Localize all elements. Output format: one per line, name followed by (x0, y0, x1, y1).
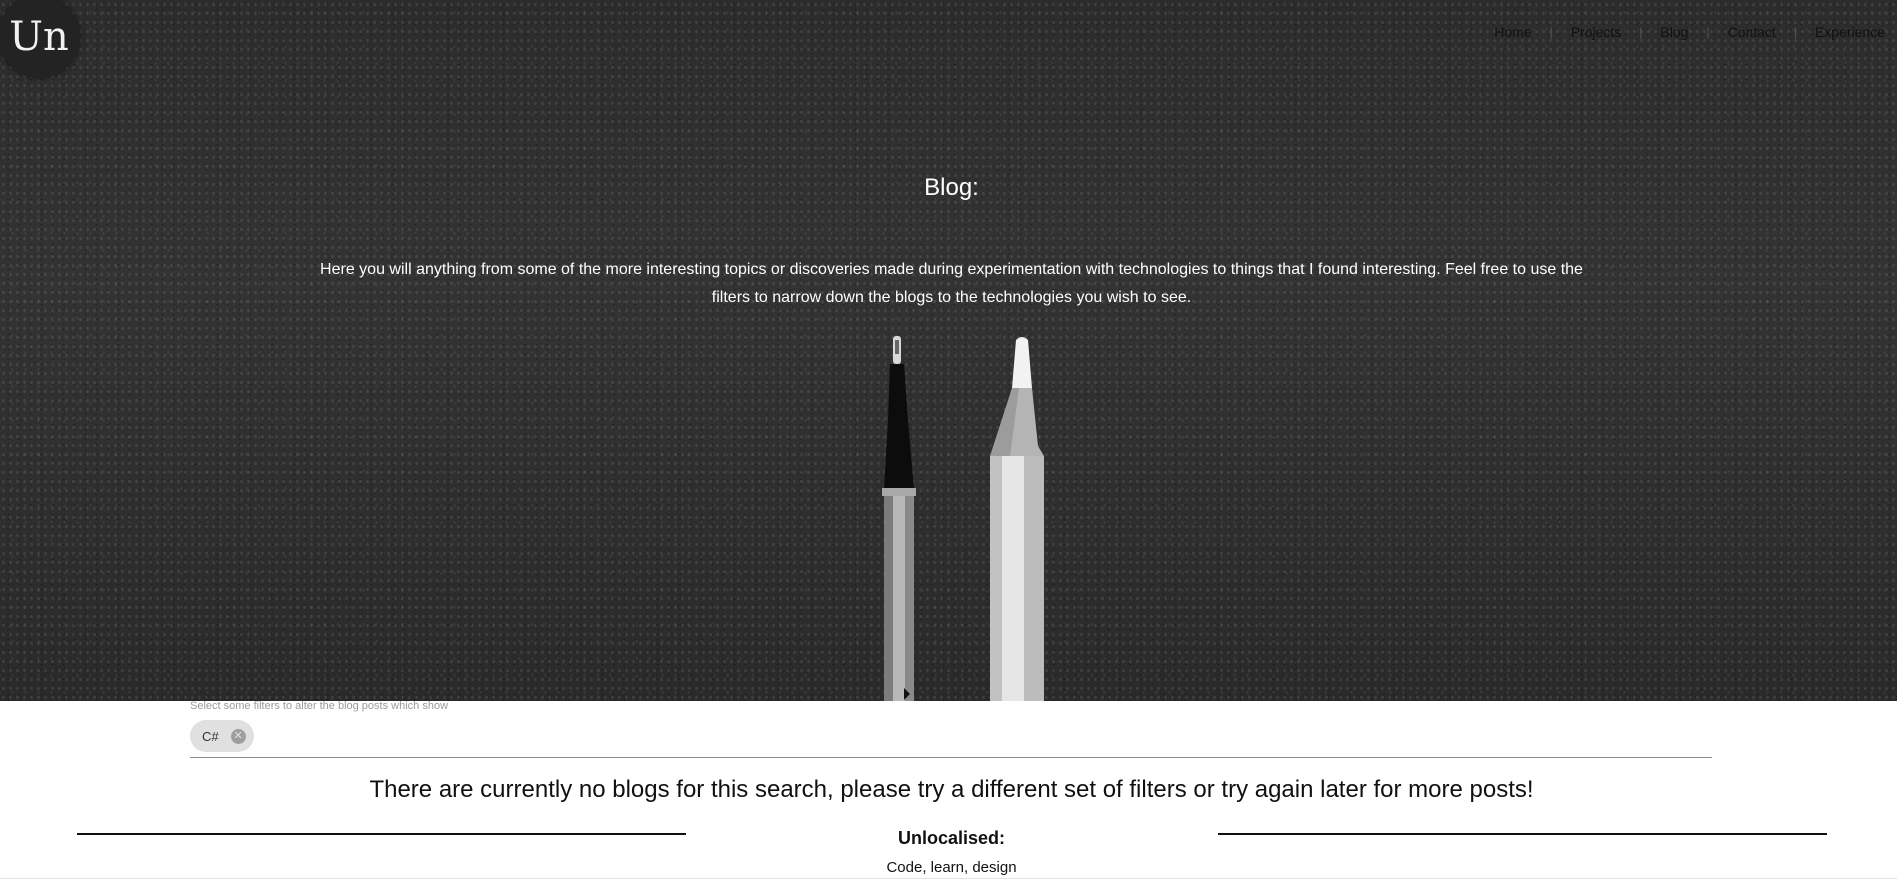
footer-subtitle: Code, learn, design (886, 859, 1017, 876)
no-results-message: There are currently no blogs for this se… (369, 776, 1534, 803)
filter-hint: Select some filters to alter the blog po… (190, 700, 449, 712)
nav-separator: | (1639, 25, 1643, 39)
filter-chip-label: C# (202, 728, 219, 744)
nav-contact[interactable]: Contact (1726, 24, 1778, 40)
nav-home[interactable]: Home (1492, 24, 1533, 40)
filter-input-underline[interactable] (190, 757, 1712, 758)
logo-text: Un (9, 14, 69, 60)
page-title: Blog: (924, 174, 979, 201)
footer-title: Unlocalised: (897, 828, 1006, 848)
top-nav: Home | Projects | Blog | Contact | Exper… (1492, 24, 1887, 40)
nav-separator: | (1793, 25, 1797, 39)
pencil-illustration (990, 337, 1044, 701)
nav-blog[interactable]: Blog (1658, 24, 1690, 40)
nav-separator: | (1549, 25, 1553, 39)
pen-illustration (882, 336, 916, 701)
filter-chip[interactable]: C# ✕ (190, 720, 254, 752)
site-logo[interactable]: Un (0, 0, 80, 78)
nav-experience[interactable]: Experience (1813, 24, 1887, 40)
hero-banner: Un Home | Projects | Blog | Contact | Ex… (0, 0, 1897, 701)
nav-separator: | (1706, 25, 1710, 39)
page-description: Here you will anything from some of the … (320, 261, 1583, 306)
nav-projects[interactable]: Projects (1569, 24, 1624, 40)
close-circle-icon[interactable]: ✕ (230, 728, 246, 744)
page-bottom-border (0, 878, 1897, 879)
